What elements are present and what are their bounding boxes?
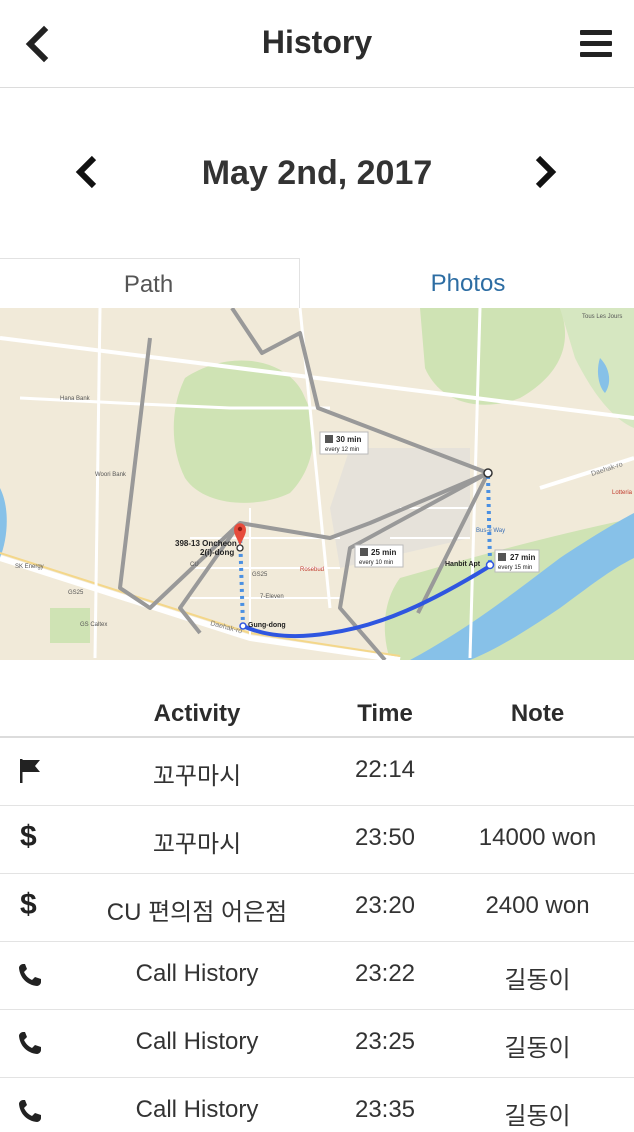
- activity-note: 길동이: [504, 1035, 571, 1062]
- bus2-freq: every 10 min: [359, 560, 393, 566]
- bus3-freq: every 15 min: [498, 565, 532, 571]
- route-map[interactable]: 30 min every 12 min 25 min every 10 min …: [0, 308, 634, 660]
- map-label-lotteria: Lotteria: [612, 490, 633, 496]
- table-row[interactable]: Call History 23:35 길동이: [0, 1078, 634, 1132]
- bus-info-box: 25 min every 10 min: [354, 544, 404, 568]
- view-tabs: Path Photos: [0, 258, 634, 308]
- header-time: Time: [357, 700, 413, 727]
- header-activity: Activity: [153, 700, 241, 727]
- hamburger-menu-icon: [580, 30, 612, 57]
- phone-icon: [16, 1096, 44, 1126]
- activity-note: 14000 won: [478, 824, 597, 851]
- map-label-gs25: GS25: [252, 572, 268, 578]
- park-area: [173, 360, 314, 503]
- tab-photos[interactable]: Photos: [302, 258, 634, 308]
- activity-name: 꼬꾸마시: [152, 763, 242, 790]
- bus1-time: 30 min: [336, 435, 361, 444]
- bus1-freq: every 12 min: [325, 447, 359, 453]
- activity-name: Call History: [135, 1028, 259, 1055]
- table-header: Activity Time Note: [0, 690, 634, 738]
- date-navigator: May 2nd, 2017: [0, 140, 634, 210]
- activity-name: 꼬꾸마시: [152, 831, 242, 858]
- activity-time: 23:35: [354, 1096, 416, 1123]
- activity-name: CU 편의점 어은점: [106, 899, 288, 926]
- map-label-hana-bank: Hana Bank: [60, 396, 91, 402]
- map-label-address: 398-13 Oncheon: [175, 539, 237, 548]
- dollar-icon: $: [20, 820, 37, 853]
- table-row[interactable]: $ 꼬꾸마시 23:50 14000 won: [0, 806, 634, 874]
- next-day-button[interactable]: [530, 152, 560, 192]
- header-note: Note: [510, 700, 565, 727]
- activity-time: 23:22: [354, 960, 416, 987]
- map-label-rosebud: Rosebud: [300, 567, 324, 573]
- route-point: [485, 560, 495, 570]
- map-label-bus-way: Bus-e Way: [476, 528, 505, 534]
- activity-name: Call History: [135, 1096, 259, 1123]
- table-row[interactable]: Call History 23:22 길동이: [0, 942, 634, 1010]
- activity-note: 길동이: [504, 1103, 571, 1130]
- river: [0, 488, 7, 558]
- activity-note: 2400 won: [485, 892, 590, 919]
- map-label-woori-bank: Woori Bank: [95, 472, 127, 478]
- tab-path[interactable]: Path: [0, 258, 300, 308]
- activity-table: Activity Time Note 꼬꾸마시 22:14 $ 꼬꾸마시 23:…: [0, 690, 634, 1132]
- phone-icon: [16, 1028, 44, 1058]
- map-label-gs25-2: GS25: [68, 590, 84, 596]
- activity-time: 22:14: [354, 756, 416, 783]
- map-label-7eleven: 7-Eleven: [260, 594, 284, 600]
- route-point: [483, 468, 493, 478]
- map-label-cu: CU: [190, 562, 199, 568]
- activity-time: 23:25: [354, 1028, 416, 1055]
- phone-icon: [16, 960, 44, 990]
- activity-name: Call History: [135, 960, 259, 987]
- map-label-gs-caltex: GS Caltex: [80, 622, 107, 628]
- map-label-sk-energy: SK Energy: [15, 564, 44, 570]
- map-label-tous-les-jours: Tous Les Jours: [582, 314, 622, 320]
- top-bar: History: [0, 0, 634, 88]
- map-label-daehak-ro-2: Daehak-ro: [590, 461, 623, 478]
- menu-button[interactable]: [580, 30, 612, 58]
- table-row[interactable]: Call History 23:25 길동이: [0, 1010, 634, 1078]
- chevron-right-icon: [535, 155, 557, 189]
- park-area: [420, 308, 566, 405]
- map-label-hanbit-apt: Hanbit Apt: [445, 561, 481, 568]
- bus-info-box: 27 min every 15 min: [494, 549, 540, 573]
- page-title: History: [261, 24, 373, 60]
- activity-time: 23:20: [354, 892, 416, 919]
- map-label-address-2: 2(i)-dong: [200, 548, 234, 557]
- activity-note: 길동이: [504, 967, 571, 994]
- bus2-time: 25 min: [371, 548, 396, 557]
- map-label-gung-dong: Gung-dong: [248, 622, 286, 629]
- table-row[interactable]: 꼬꾸마시 22:14: [0, 738, 634, 806]
- bus3-time: 27 min: [510, 553, 535, 562]
- bus-info-box: 30 min every 12 min: [319, 431, 369, 455]
- dollar-icon: $: [20, 888, 37, 921]
- table-row[interactable]: $ CU 편의점 어은점 23:20 2400 won: [0, 874, 634, 942]
- activity-time: 23:50: [354, 824, 416, 851]
- flag-icon: [16, 756, 44, 786]
